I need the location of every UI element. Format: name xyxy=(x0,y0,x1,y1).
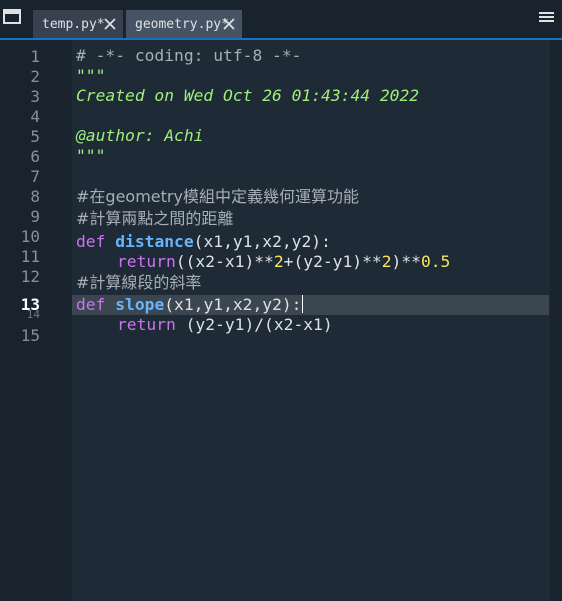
code-text: (y2-y1)/(x2-x1) xyxy=(175,315,333,334)
line-number: 10 xyxy=(20,227,40,246)
code-text: +(y2-y1)** xyxy=(283,252,382,271)
tab-geometry-py[interactable]: geometry.py* xyxy=(126,10,242,40)
tab-temp-py[interactable]: temp.py* xyxy=(33,10,123,38)
keyword: return xyxy=(117,252,176,271)
tab-label: temp.py* xyxy=(42,16,105,32)
close-icon[interactable] xyxy=(222,17,236,31)
options-menu-icon[interactable] xyxy=(538,10,556,26)
line-number: 1 xyxy=(30,47,40,66)
number: 2 xyxy=(273,252,284,271)
code-line: @author: Achi xyxy=(76,126,204,145)
line-number: 15 xyxy=(20,326,40,345)
line-number-gutter: 1 2 3 4 5 6 7 8 9 10 11 12 14 13 15 xyxy=(0,40,72,601)
line-number: 9 xyxy=(30,207,40,226)
line-number: 8 xyxy=(30,187,40,206)
code-line-current: def slope(x1,y1,x2,y2): xyxy=(76,295,304,315)
function-name: slope xyxy=(115,295,165,314)
number: 0.5 xyxy=(420,252,451,271)
line-number-active: 13 xyxy=(20,295,40,314)
tab-bar: temp.py* geometry.py* xyxy=(0,0,562,40)
function-name: distance xyxy=(115,232,194,251)
keyword: def xyxy=(76,295,106,314)
line-number: 7 xyxy=(30,167,40,186)
code-line: return (y2-y1)/(x2-x1) xyxy=(117,315,333,335)
code-text: (x1,y1,x2,y2): xyxy=(164,295,302,314)
vertical-scrollbar[interactable] xyxy=(550,40,562,601)
code-line: # -*- coding: utf-8 -*- xyxy=(76,46,302,65)
code-line: def distance(x1,y1,x2,y2): xyxy=(76,232,331,252)
code-text: ((x2-x1)** xyxy=(175,252,274,271)
close-icon[interactable] xyxy=(103,17,117,31)
code-line: """ xyxy=(76,146,106,165)
code-line: #計算線段的斜率 xyxy=(76,273,202,292)
keyword: return xyxy=(117,315,176,334)
window-icon[interactable] xyxy=(2,8,22,26)
line-number: 5 xyxy=(30,127,40,146)
code-text: )** xyxy=(391,252,421,271)
code-line: return((x2-x1)**2+(y2-y1)**2)**0.5 xyxy=(117,252,450,272)
code-line: Created on Wed Oct 26 01:43:44 2022 xyxy=(76,86,420,105)
text-cursor xyxy=(302,295,304,313)
tab-label: geometry.py* xyxy=(135,16,229,32)
line-number: 4 xyxy=(30,107,40,126)
keyword: def xyxy=(76,232,106,251)
line-number: 11 xyxy=(20,247,40,266)
line-number: 12 xyxy=(20,267,40,286)
code-line: """ xyxy=(76,66,106,85)
code-text: (x1,y1,x2,y2): xyxy=(193,232,331,251)
line-number: 2 xyxy=(30,67,40,86)
code-line: #在geometry模組中定義幾何運算功能 xyxy=(76,187,359,206)
code-line: #計算兩點之間的距離 xyxy=(76,209,234,228)
number: 2 xyxy=(381,252,392,271)
line-number: 6 xyxy=(30,147,40,166)
line-number: 3 xyxy=(30,87,40,106)
